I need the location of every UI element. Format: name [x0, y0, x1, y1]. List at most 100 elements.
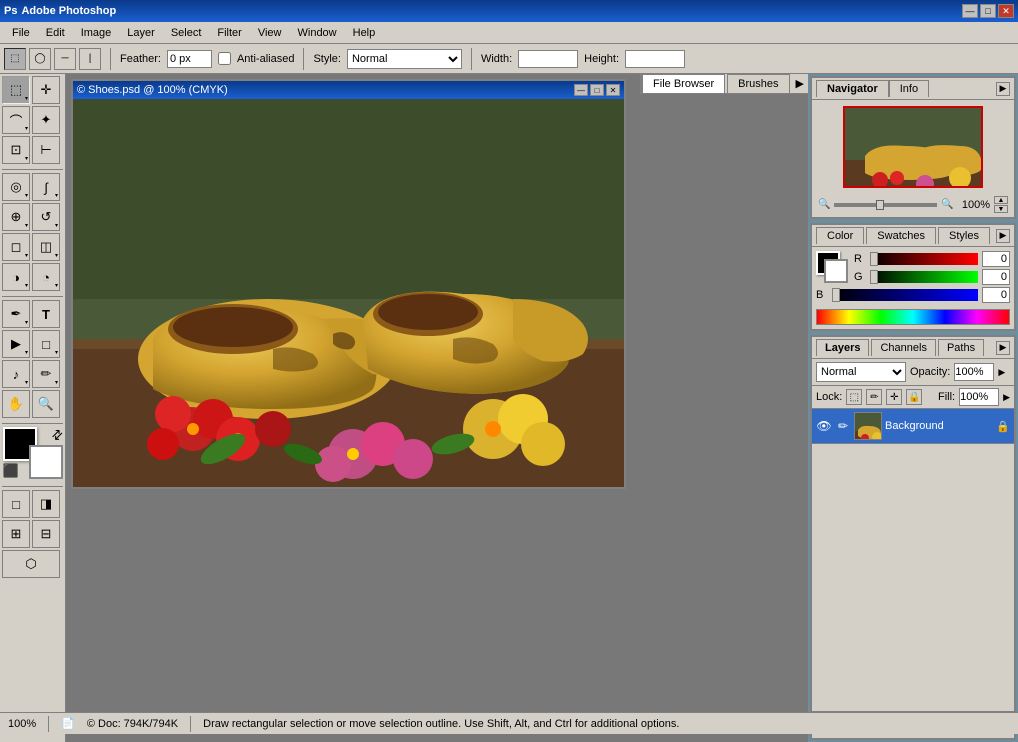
channels-tab[interactable]: Channels [871, 339, 935, 356]
b-slider-track[interactable] [832, 289, 978, 301]
r-value[interactable] [982, 251, 1010, 267]
menu-window[interactable]: Window [290, 25, 345, 41]
doc-minimize-button[interactable]: — [574, 84, 588, 96]
minimize-button[interactable]: — [962, 4, 978, 18]
menu-file[interactable]: File [4, 25, 38, 41]
zoom-tool[interactable]: 🔍 [32, 390, 60, 418]
layer-visibility-icon[interactable]: 👁 [816, 418, 832, 434]
menu-help[interactable]: Help [345, 25, 384, 41]
r-thumb[interactable] [870, 252, 878, 266]
menu-filter[interactable]: Filter [209, 25, 249, 41]
crop-tool[interactable]: ⊡▾ [2, 136, 30, 164]
app-icon: Ps [4, 5, 17, 17]
styles-tab[interactable]: Styles [938, 227, 990, 244]
fill-input[interactable] [959, 388, 999, 406]
menu-view[interactable]: View [250, 25, 290, 41]
full-screen-menu[interactable]: ⊟ [32, 520, 60, 548]
lock-position-icon[interactable]: ✛ [886, 389, 902, 405]
lasso-tool[interactable]: ⌒▾ [2, 106, 30, 134]
style-select[interactable]: Normal Fixed Aspect Ratio Fixed Size [347, 49, 462, 69]
maximize-button[interactable]: □ [980, 4, 996, 18]
healing-brush-tool[interactable]: ◎▾ [2, 173, 30, 201]
menu-image[interactable]: Image [73, 25, 120, 41]
nav-scroll-down[interactable]: ▼ [994, 205, 1008, 213]
pen-tool[interactable]: ✒▾ [2, 300, 30, 328]
default-colors-icon[interactable]: ⬛ [3, 463, 19, 479]
doc-close-button[interactable]: ✕ [606, 84, 620, 96]
dodge-tool[interactable]: ◑▾ [2, 263, 30, 291]
slice-tool[interactable]: ⊢ [32, 136, 60, 164]
r-slider-track[interactable] [870, 253, 978, 265]
rect-marquee-opt[interactable]: ⬚ [4, 48, 26, 70]
hand-tool[interactable]: ✋ [2, 390, 30, 418]
paths-tab[interactable]: Paths [938, 339, 984, 356]
bg-swatch[interactable] [824, 259, 848, 283]
color-spectrum[interactable] [816, 309, 1010, 325]
menu-select[interactable]: Select [163, 25, 210, 41]
swap-colors-icon[interactable]: ⇄ [48, 425, 67, 444]
lock-transparency-icon[interactable]: ⬚ [846, 389, 862, 405]
path-select-tool[interactable]: ▶▾ [2, 330, 30, 358]
status-doc-icon[interactable]: 📄 [61, 717, 75, 730]
single-col-opt[interactable]: | [79, 48, 101, 70]
layers-options-icon[interactable]: ▶ [996, 341, 1010, 355]
close-button[interactable]: ✕ [998, 4, 1014, 18]
brush-tool[interactable]: ∫▾ [32, 173, 60, 201]
jump-to-image-ready[interactable]: ⬡ [2, 550, 60, 578]
swatches-tab[interactable]: Swatches [866, 227, 936, 244]
layers-lock-row: Lock: ⬚ ✏ ✛ 🔒 Fill: ▶ [812, 386, 1014, 409]
width-input[interactable] [518, 50, 578, 68]
rectangular-marquee-tool[interactable]: ⬚▾ [2, 76, 30, 104]
shape-tool[interactable]: □▾ [32, 330, 60, 358]
single-row-opt[interactable]: ─ [54, 48, 76, 70]
opacity-input[interactable] [954, 363, 994, 381]
b-value[interactable] [982, 287, 1010, 303]
zoom-out-icon[interactable]: 🔍 [818, 199, 830, 210]
magic-wand-tool[interactable]: ✦ [32, 106, 60, 134]
zoom-slider-track[interactable] [834, 203, 937, 207]
g-value[interactable] [982, 269, 1010, 285]
color-options-icon[interactable]: ▶ [996, 229, 1010, 243]
eraser-tool[interactable]: ◻▾ [2, 233, 30, 261]
navigator-tab[interactable]: Navigator [816, 80, 889, 97]
navigator-options-icon[interactable]: ▶ [996, 82, 1010, 96]
file-browser-tab[interactable]: File Browser [642, 74, 725, 93]
notes-tool[interactable]: ♪▾ [2, 360, 30, 388]
ellip-marquee-opt[interactable]: ◯ [29, 48, 51, 70]
doc-restore-button[interactable]: □ [590, 84, 604, 96]
anti-aliased-checkbox[interactable] [218, 52, 231, 65]
nav-scroll-up[interactable]: ▲ [994, 196, 1008, 204]
opacity-arrow[interactable]: ▶ [998, 367, 1005, 378]
color-tab[interactable]: Color [816, 227, 864, 244]
blend-mode-select[interactable]: Normal Multiply Screen [816, 362, 906, 382]
eyedropper-tool[interactable]: ✏▾ [32, 360, 60, 388]
zoom-in-icon[interactable]: 🔍 [941, 199, 953, 210]
g-thumb[interactable] [870, 270, 878, 284]
standard-mode[interactable]: □ [2, 490, 30, 518]
standard-screen[interactable]: ⊞ [2, 520, 30, 548]
gradient-tool[interactable]: ◫▾ [32, 233, 60, 261]
blur-tool[interactable]: ◔▾ [32, 263, 60, 291]
toolbox-sep-4 [2, 486, 63, 487]
height-input[interactable] [625, 50, 685, 68]
move-tool[interactable]: ✛ [32, 76, 60, 104]
g-slider-track[interactable] [870, 271, 978, 283]
zoom-slider-thumb[interactable] [876, 200, 884, 210]
menu-layer[interactable]: Layer [119, 25, 163, 41]
brushes-tab[interactable]: Brushes [727, 74, 789, 93]
lock-all-icon[interactable]: 🔒 [906, 389, 922, 405]
fill-arrow[interactable]: ▶ [1003, 392, 1010, 403]
panel-options-icon[interactable]: ▶ [792, 74, 808, 93]
history-brush-tool[interactable]: ↺▾ [32, 203, 60, 231]
stamp-tool[interactable]: ⊕▾ [2, 203, 30, 231]
quick-mask-mode[interactable]: ◨ [32, 490, 60, 518]
feather-input[interactable] [167, 50, 212, 68]
b-thumb[interactable] [832, 288, 840, 302]
info-tab[interactable]: Info [889, 80, 929, 97]
background-color[interactable] [29, 445, 63, 479]
layers-tab[interactable]: Layers [816, 339, 869, 356]
text-tool[interactable]: T [32, 300, 60, 328]
menu-edit[interactable]: Edit [38, 25, 73, 41]
layer-item-background[interactable]: 👁 ✏ Background 🔒 [812, 409, 1014, 444]
lock-image-icon[interactable]: ✏ [866, 389, 882, 405]
